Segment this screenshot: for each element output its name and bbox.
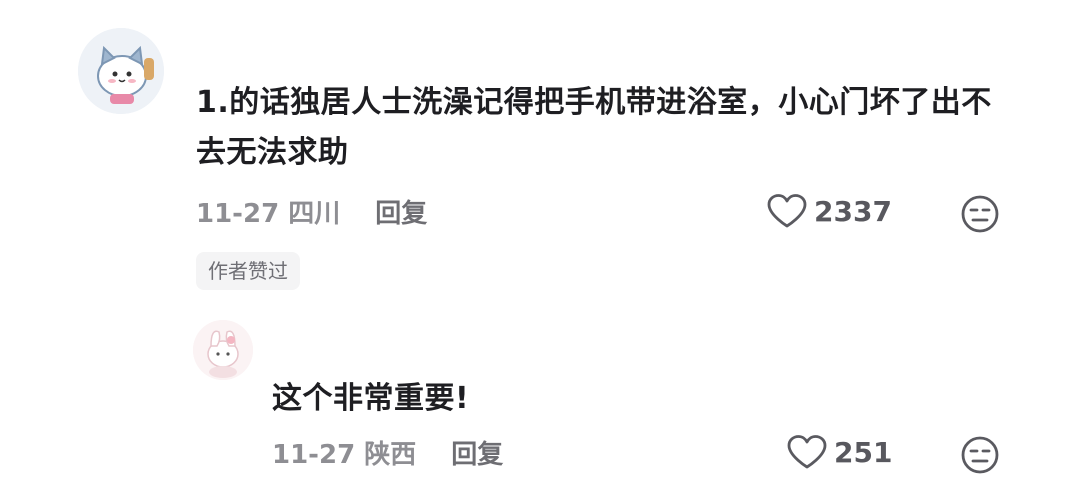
reply-button[interactable]: 回复 xyxy=(451,440,503,470)
like-button[interactable]: 251 xyxy=(786,434,892,470)
reply-location: 陕西 xyxy=(364,440,417,470)
reply-meta: 11-27 陕西 回复 xyxy=(272,434,503,471)
reply-date: 11-27 xyxy=(272,440,356,470)
reply-button[interactable]: 回复 xyxy=(375,199,427,229)
dislike-button[interactable] xyxy=(960,194,1000,234)
like-button[interactable]: 2337 xyxy=(766,193,892,229)
like-count: 2337 xyxy=(814,194,892,228)
unamused-face-icon xyxy=(961,436,999,474)
comment-text: 1.的话独居人士洗澡记得把手机带进浴室，小心门坏了出不去无法求助 xyxy=(196,85,992,170)
author-liked-badge: 作者赞过 xyxy=(196,252,300,290)
heart-icon xyxy=(767,194,807,228)
heart-icon xyxy=(787,435,827,469)
comment-location: 四川 xyxy=(288,199,341,229)
unamused-face-icon xyxy=(961,195,999,233)
reply-user-avatar[interactable] xyxy=(193,320,253,380)
comment-date: 11-27 xyxy=(196,199,280,229)
dislike-button[interactable] xyxy=(960,435,1000,475)
like-count: 251 xyxy=(834,435,893,469)
bunny-avatar-icon xyxy=(193,320,253,380)
cat-avatar-icon xyxy=(78,28,164,114)
user-avatar[interactable] xyxy=(78,28,164,114)
comment-meta: 11-27 四川 回复 xyxy=(196,193,427,230)
reply-text: 这个非常重要! xyxy=(272,381,470,416)
